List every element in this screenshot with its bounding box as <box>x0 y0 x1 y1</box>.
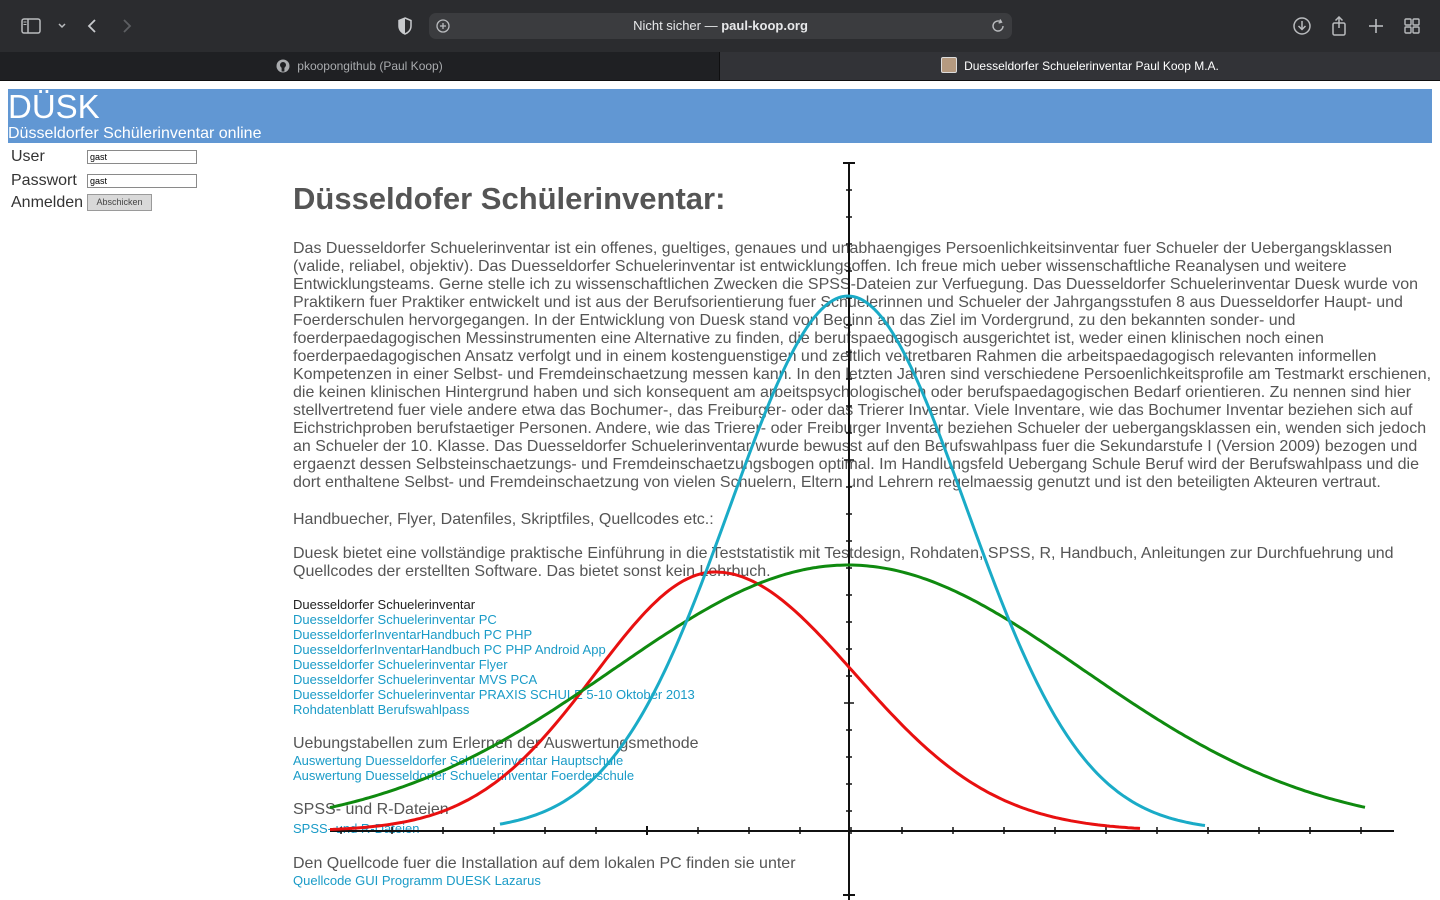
new-tab-icon[interactable] <box>1364 14 1388 38</box>
tab-bar: pkoopongithub (Paul Koop) Duesseldorfer … <box>0 52 1440 81</box>
github-icon <box>276 55 290 73</box>
tab-overview-icon[interactable] <box>1400 14 1424 38</box>
spss-heading: SPSS- und R-Dateien <box>293 801 449 818</box>
spss-link-list: SPSS- und R-Dateien <box>293 821 419 836</box>
download-icon[interactable] <box>1290 14 1314 38</box>
address-text: Nicht sicher — paul-koop.org <box>429 13 1012 39</box>
tab-label: Duesseldorfer Schuelerinventar Paul Koop… <box>964 59 1219 73</box>
privacy-shield-icon[interactable] <box>393 14 417 38</box>
source-heading: Den Quellcode fuer die Installation auf … <box>293 855 796 872</box>
tab-duesseldorfer-schuelerinventar[interactable]: Duesseldorfer Schuelerinventar Paul Koop… <box>720 52 1440 80</box>
exercise-link-list: Auswertung Duesseldorfer Schuelerinventa… <box>293 753 634 783</box>
link-auswertung-hauptschule[interactable]: Auswertung Duesseldorfer Schuelerinventa… <box>293 753 634 768</box>
address-domain: paul-koop.org <box>721 18 808 33</box>
user-input[interactable]: gast <box>87 150 197 164</box>
user-row: User gast <box>11 146 211 170</box>
chevron-down-icon[interactable] <box>50 14 74 38</box>
link-mvs-pca[interactable]: Duesseldorfer Schuelerinventar MVS PCA <box>293 672 695 687</box>
submit-label: Anmelden <box>11 194 84 211</box>
site-title: DÜSK <box>8 88 100 125</box>
link-quellcode-lazarus[interactable]: Quellcode GUI Programm DUESK Lazarus <box>293 873 541 888</box>
favicon-portrait-icon <box>941 57 958 73</box>
sidebar-toggle-icon[interactable] <box>19 14 43 38</box>
reload-icon[interactable] <box>990 18 1006 34</box>
source-link-list: Quellcode GUI Programm DUESK Lazarus <box>293 873 541 888</box>
user-label: User <box>11 148 45 165</box>
web-page: DÜSK Düsseldorfer Schülerinventar online… <box>0 81 1440 900</box>
back-icon[interactable] <box>80 14 104 38</box>
link-duesseldorfer-schuelerinventar[interactable]: Duesseldorfer Schuelerinventar <box>293 597 695 612</box>
page-title: Düsseldofer Schülerinventar: <box>293 181 726 216</box>
password-label: Passwort <box>11 172 77 189</box>
site-banner: DÜSK Düsseldorfer Schülerinventar online <box>8 89 1432 143</box>
browser-toolbar: Nicht sicher — paul-koop.org <box>0 0 1440 52</box>
tab-label: pkoopongithub (Paul Koop) <box>297 59 443 73</box>
intro-paragraph: Das Duesseldorfer Schuelerinventar ist e… <box>293 240 1432 491</box>
link-rohdatenblatt[interactable]: Rohdatenblatt Berufswahlpass <box>293 702 695 717</box>
address-bar[interactable]: Nicht sicher — paul-koop.org <box>429 13 1012 39</box>
submit-row: Anmelden Abschicken <box>11 192 211 216</box>
main-link-list: Duesseldorfer Schuelerinventar Duesseldo… <box>293 597 695 717</box>
submit-button[interactable]: Abschicken <box>87 194 152 211</box>
duesk-offer-paragraph: Duesk bietet eine vollständige praktisch… <box>293 545 1394 580</box>
password-row: Passwort gast <box>11 170 211 194</box>
link-spss-r-dateien[interactable]: SPSS- und R-Dateien <box>293 821 419 836</box>
site-subtitle: Düsseldorfer Schülerinventar online <box>8 125 262 142</box>
link-handbuch-pc-php[interactable]: DuesseldorferInventarHandbuch PC PHP <box>293 627 695 642</box>
link-auswertung-foerderschule[interactable]: Auswertung Duesseldorfer Schuelerinventa… <box>293 768 634 783</box>
password-input[interactable]: gast <box>87 174 197 188</box>
address-insecure-label: Nicht sicher — <box>633 18 718 33</box>
forward-icon[interactable] <box>115 14 139 38</box>
handbooks-heading: Handbuecher, Flyer, Datenfiles, Skriptfi… <box>293 511 714 528</box>
link-praxis-schule[interactable]: Duesseldorfer Schuelerinventar PRAXIS SC… <box>293 687 695 702</box>
link-flyer[interactable]: Duesseldorfer Schuelerinventar Flyer <box>293 657 695 672</box>
link-schuelerinventar-pc[interactable]: Duesseldorfer Schuelerinventar PC <box>293 612 695 627</box>
link-handbuch-android-app[interactable]: DuesseldorferInventarHandbuch PC PHP And… <box>293 642 695 657</box>
exercise-heading: Uebungstabellen zum Erlernen der Auswert… <box>293 735 699 752</box>
tab-pkoopongithub[interactable]: pkoopongithub (Paul Koop) <box>0 52 720 80</box>
share-icon[interactable] <box>1327 14 1351 38</box>
